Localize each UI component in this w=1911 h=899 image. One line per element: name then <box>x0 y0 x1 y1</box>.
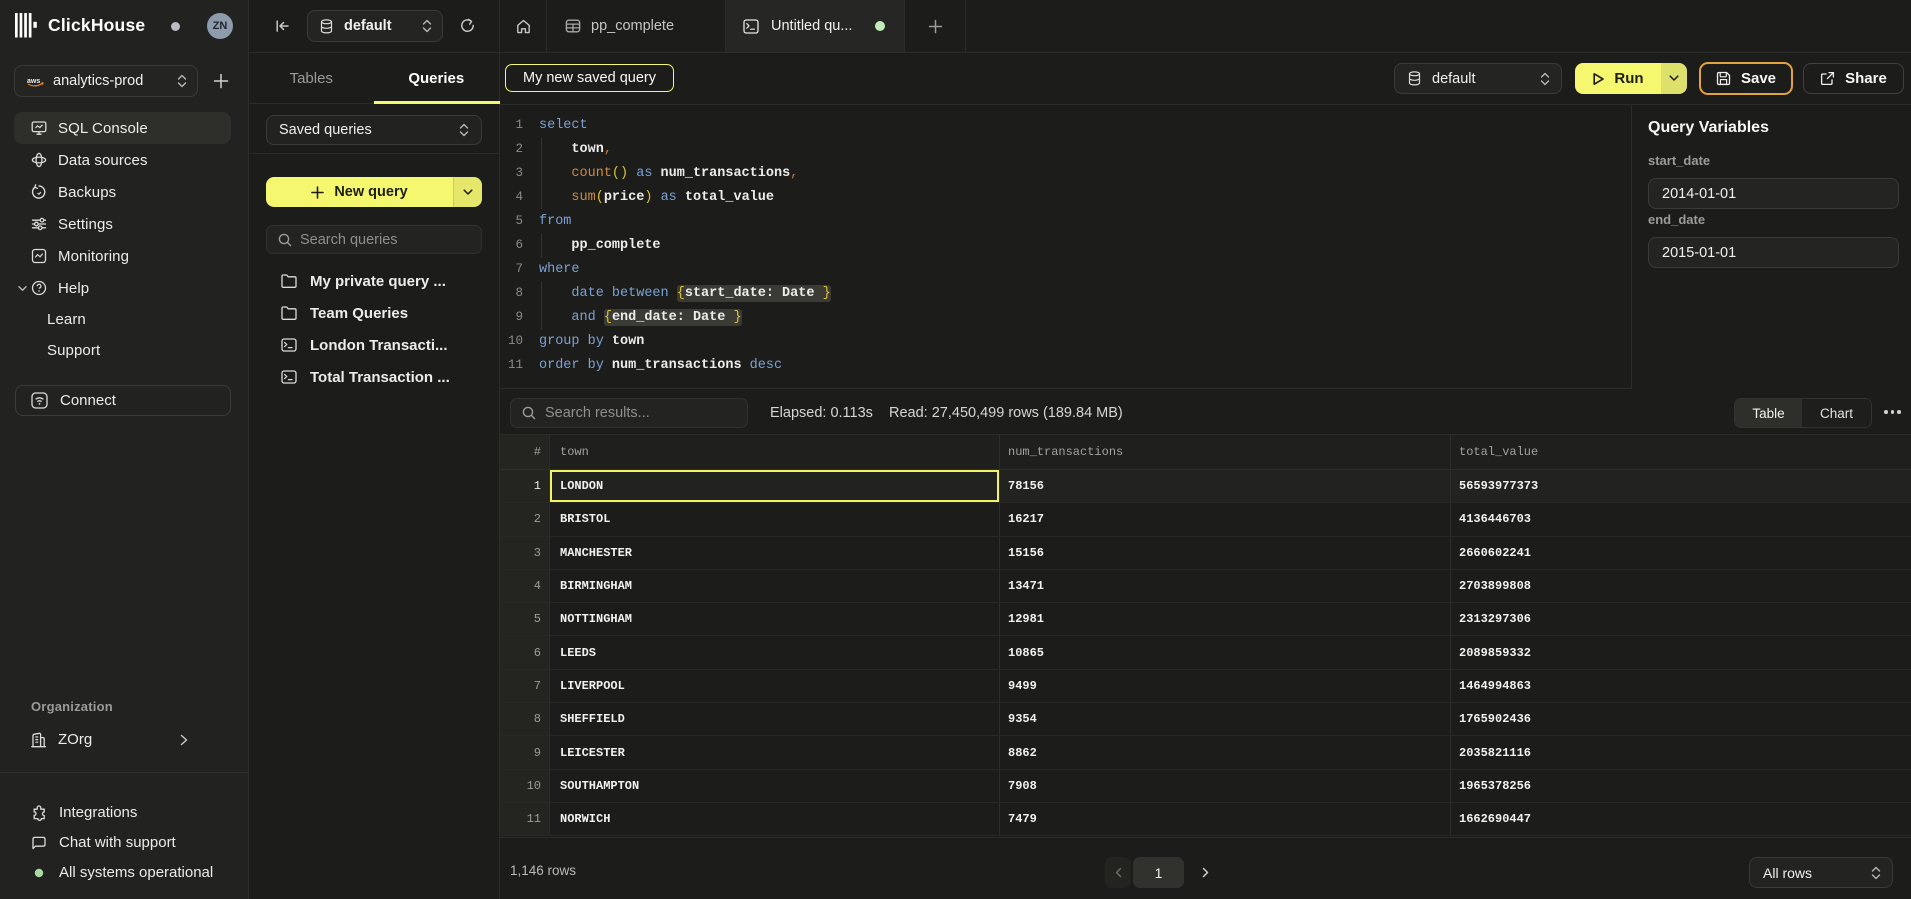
svg-text:aws: aws <box>27 78 40 85</box>
